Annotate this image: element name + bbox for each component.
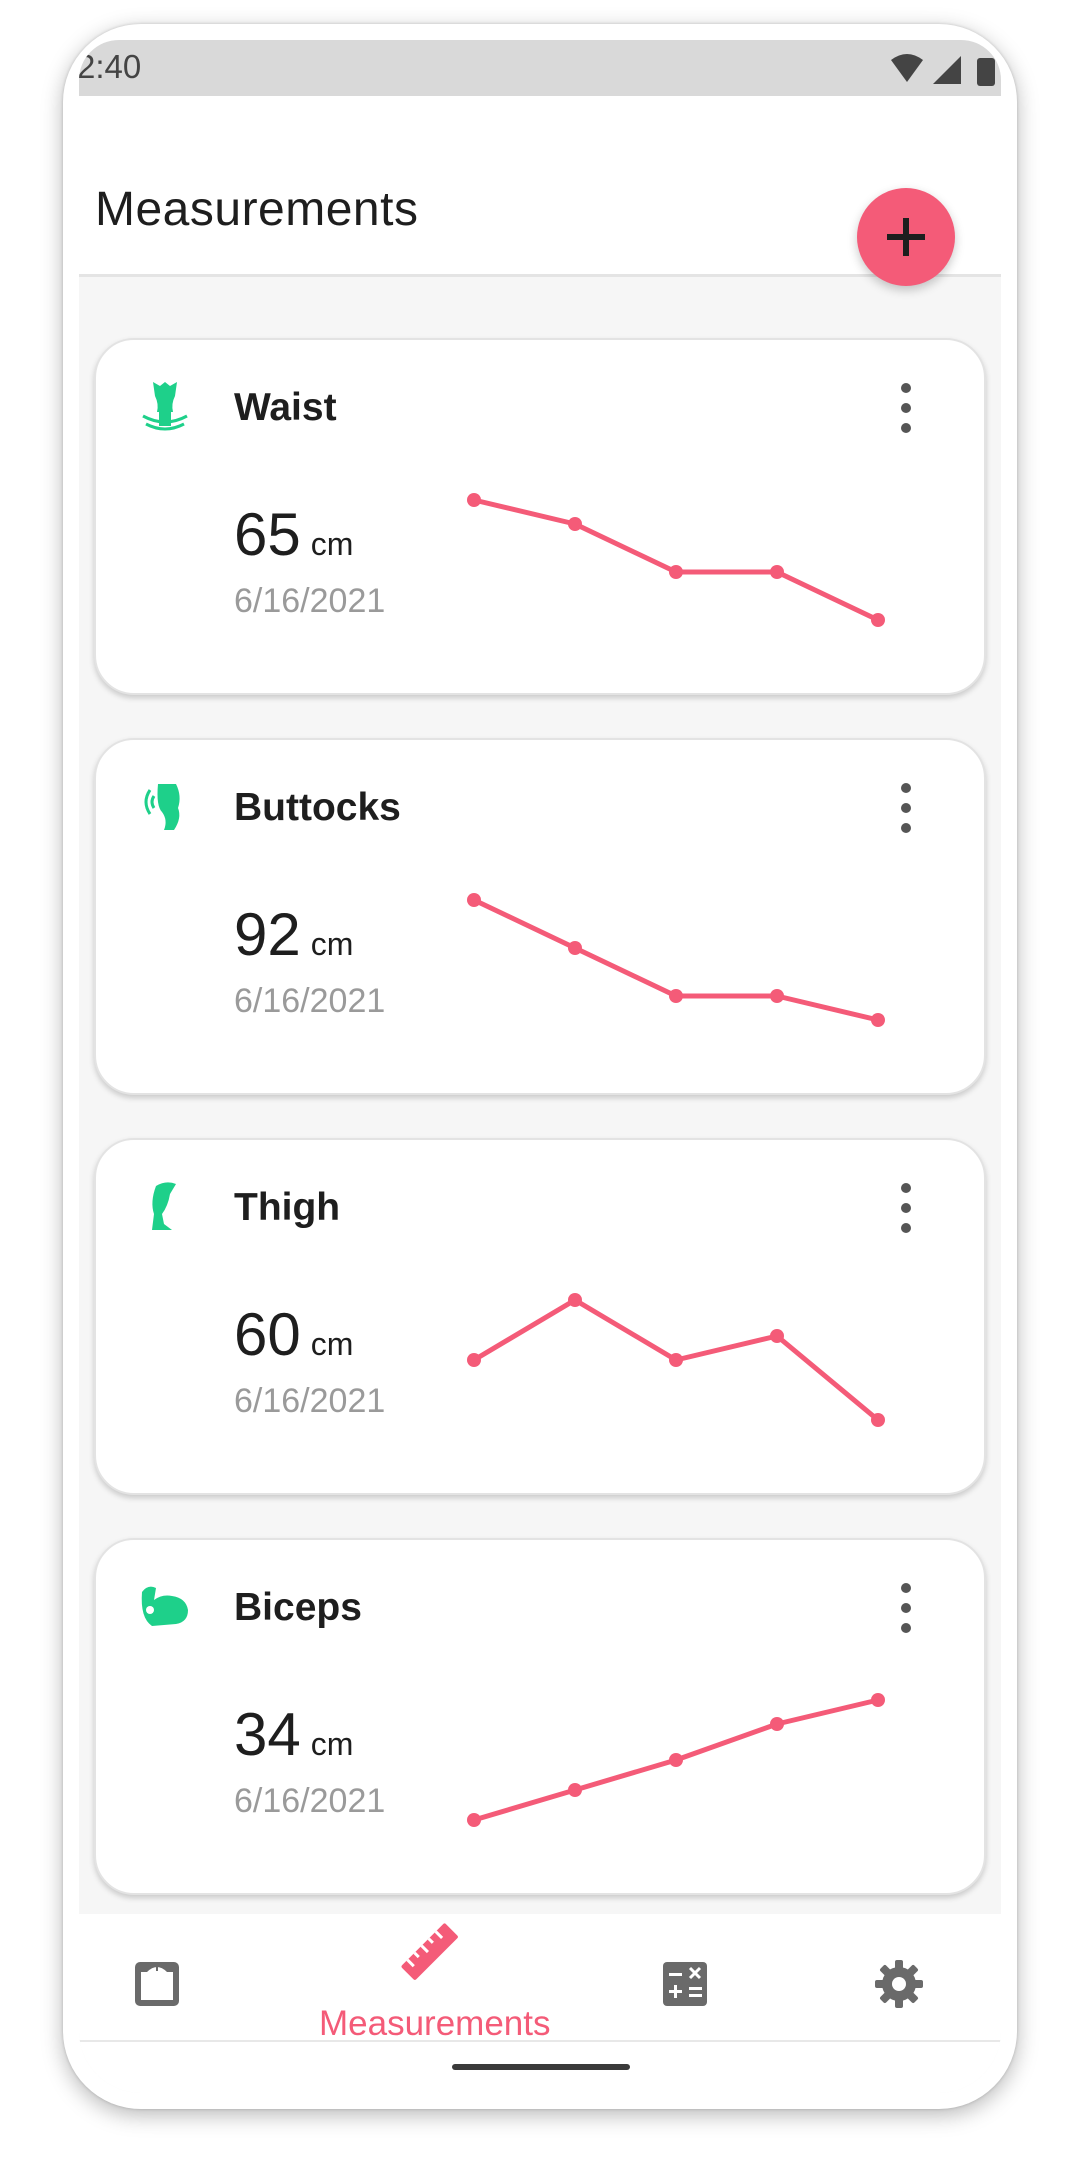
- trend-point: [770, 1717, 784, 1731]
- nav-item-settings[interactable]: [861, 1946, 937, 2022]
- value-number: 65: [234, 501, 301, 568]
- measurement-card-buttocks[interactable]: Buttocks 92 cm 6/16/2021: [94, 738, 986, 1095]
- trend-point: [568, 941, 582, 955]
- battery-icon: [977, 58, 995, 86]
- add-measurement-button[interactable]: [857, 188, 955, 286]
- measurement-value: 92 cm: [234, 900, 353, 969]
- card-title: Buttocks: [234, 786, 401, 829]
- value-number: 34: [234, 1701, 301, 1768]
- trend-point: [871, 1413, 885, 1427]
- card-title: Waist: [234, 386, 337, 429]
- trend-point: [467, 1353, 481, 1367]
- more-options-icon[interactable]: [892, 1580, 920, 1636]
- wifi-icon: [891, 54, 923, 82]
- trend-point: [467, 493, 481, 507]
- trend-sparkline: [467, 893, 885, 1027]
- device-frame: 2:40 Measurements Waist 65 cm 6/16/2021 …: [63, 24, 1017, 2109]
- value-unit: cm: [310, 926, 354, 962]
- more-options-icon[interactable]: [892, 1180, 920, 1236]
- value-number: 60: [234, 1301, 301, 1368]
- page-title: Measurements: [95, 183, 419, 236]
- measurement-value: 34 cm: [234, 1700, 353, 1769]
- nav-label-measurements: Measurements: [319, 2004, 551, 2043]
- plus-icon: [887, 218, 925, 256]
- trend-point: [669, 1753, 683, 1767]
- buttocks-icon: [144, 784, 180, 830]
- trend-line: [473, 497, 880, 623]
- value-unit: cm: [310, 526, 354, 562]
- card-title: Thigh: [234, 1186, 341, 1229]
- measurement-value: 60 cm: [234, 1300, 353, 1369]
- status-time: 2:40: [79, 48, 142, 85]
- trend-point: [770, 989, 784, 1003]
- more-options-icon[interactable]: [892, 380, 920, 436]
- measurement-value: 65 cm: [234, 500, 353, 569]
- value-unit: cm: [310, 1726, 354, 1762]
- trend-point: [669, 989, 683, 1003]
- app-screen: 2:40 Measurements Waist 65 cm 6/16/2021 …: [79, 40, 1001, 2093]
- value-number: 92: [234, 901, 301, 968]
- measurement-date: 6/16/2021: [234, 1782, 386, 1820]
- nav-divider: [79, 2040, 1001, 2042]
- measurement-date: 6/16/2021: [234, 1382, 386, 1420]
- trend-point: [568, 517, 582, 531]
- ruler-icon: [401, 1923, 458, 1980]
- nav-item-calculator[interactable]: [647, 1946, 723, 2022]
- trend-sparkline: [467, 493, 885, 627]
- more-options-icon[interactable]: [892, 780, 920, 836]
- trend-point: [568, 1293, 582, 1307]
- trend-point: [871, 1013, 885, 1027]
- status-bar: 2:40: [79, 40, 1001, 96]
- biceps-icon: [141, 1586, 188, 1626]
- waist-icon: [142, 382, 188, 431]
- bottom-navigation: Measurements: [79, 1914, 1001, 2093]
- card-title: Biceps: [234, 1586, 362, 1629]
- trend-sparkline: [467, 1293, 885, 1427]
- calculator-icon: [663, 1962, 707, 2006]
- home-indicator[interactable]: [452, 2064, 630, 2070]
- scale-icon: [135, 1962, 179, 2006]
- measurement-date: 6/16/2021: [234, 982, 386, 1020]
- trend-point: [669, 565, 683, 579]
- trend-point: [467, 1813, 481, 1827]
- measurement-card-biceps[interactable]: Biceps 34 cm 6/16/2021: [94, 1538, 986, 1895]
- trend-point: [871, 1693, 885, 1707]
- trend-point: [669, 1353, 683, 1367]
- trend-point: [467, 893, 481, 907]
- nav-item-weight[interactable]: [119, 1946, 195, 2022]
- trend-point: [568, 1783, 582, 1797]
- measurement-card-waist[interactable]: Waist 65 cm 6/16/2021: [94, 338, 986, 695]
- value-unit: cm: [310, 1326, 354, 1362]
- trend-point: [871, 613, 885, 627]
- trend-point: [770, 565, 784, 579]
- measurement-date: 6/16/2021: [234, 582, 386, 620]
- cell-signal-icon: [933, 56, 961, 84]
- thigh-icon: [152, 1182, 176, 1230]
- trend-point: [770, 1329, 784, 1343]
- gear-icon: [875, 1960, 923, 2008]
- signal-icons: [891, 54, 995, 86]
- trend-sparkline: [467, 1693, 885, 1827]
- measurement-card-thigh[interactable]: Thigh 60 cm 6/16/2021: [94, 1138, 986, 1495]
